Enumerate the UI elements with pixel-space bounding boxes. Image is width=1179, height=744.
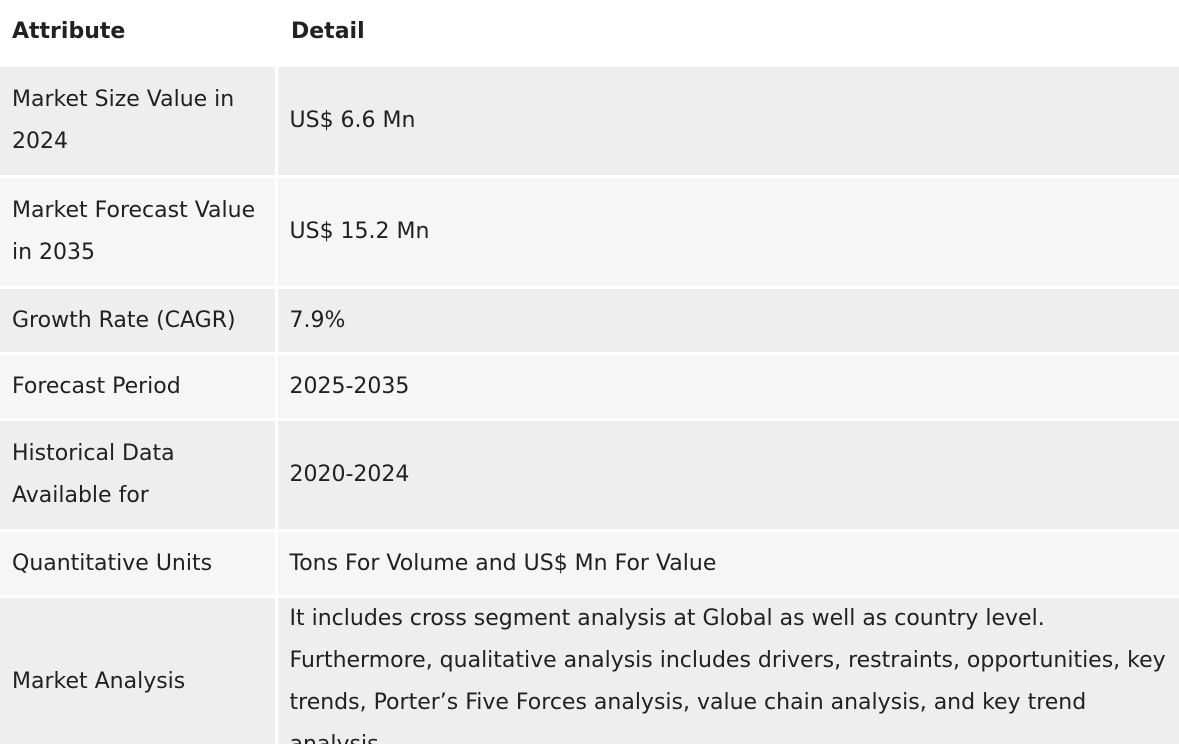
- table-row: Historical Data Available for 2020-2024: [0, 418, 1179, 531]
- table-row: Growth Rate (CAGR) 7.9%: [0, 286, 1179, 354]
- detail-cell: Tons For Volume and US$ Mn For Value: [276, 529, 1179, 597]
- table-row: Market Analysis It includes cross segmen…: [0, 595, 1179, 744]
- table-row: Market Forecast Value in 2035 US$ 15.2 M…: [0, 175, 1179, 288]
- detail-cell: 7.9%: [276, 286, 1179, 354]
- attribute-cell: Market Analysis: [0, 595, 278, 744]
- attribute-cell: Market Size Value in 2024: [0, 64, 278, 177]
- table-row: Market Size Value in 2024 US$ 6.6 Mn: [0, 64, 1179, 177]
- column-header-attribute: Attribute: [0, 0, 276, 66]
- attribute-cell: Historical Data Available for: [0, 418, 278, 531]
- table-row: Forecast Period 2025-2035: [0, 352, 1179, 420]
- attribute-cell: Market Forecast Value in 2035: [0, 175, 278, 288]
- detail-cell: 2025-2035: [276, 352, 1179, 420]
- table-row: Quantitative Units Tons For Volume and U…: [0, 529, 1179, 597]
- detail-cell: It includes cross segment analysis at Gl…: [276, 595, 1179, 744]
- detail-cell: US$ 15.2 Mn: [276, 175, 1179, 288]
- attribute-cell: Forecast Period: [0, 352, 278, 420]
- table-header-row: Attribute Detail: [0, 0, 1179, 66]
- market-attributes-table: Attribute Detail Market Size Value in 20…: [0, 0, 1179, 744]
- detail-cell: US$ 6.6 Mn: [276, 64, 1179, 177]
- attribute-cell: Quantitative Units: [0, 529, 278, 597]
- detail-cell: 2020-2024: [276, 418, 1179, 531]
- column-header-detail: Detail: [276, 0, 1179, 66]
- attribute-cell: Growth Rate (CAGR): [0, 286, 278, 354]
